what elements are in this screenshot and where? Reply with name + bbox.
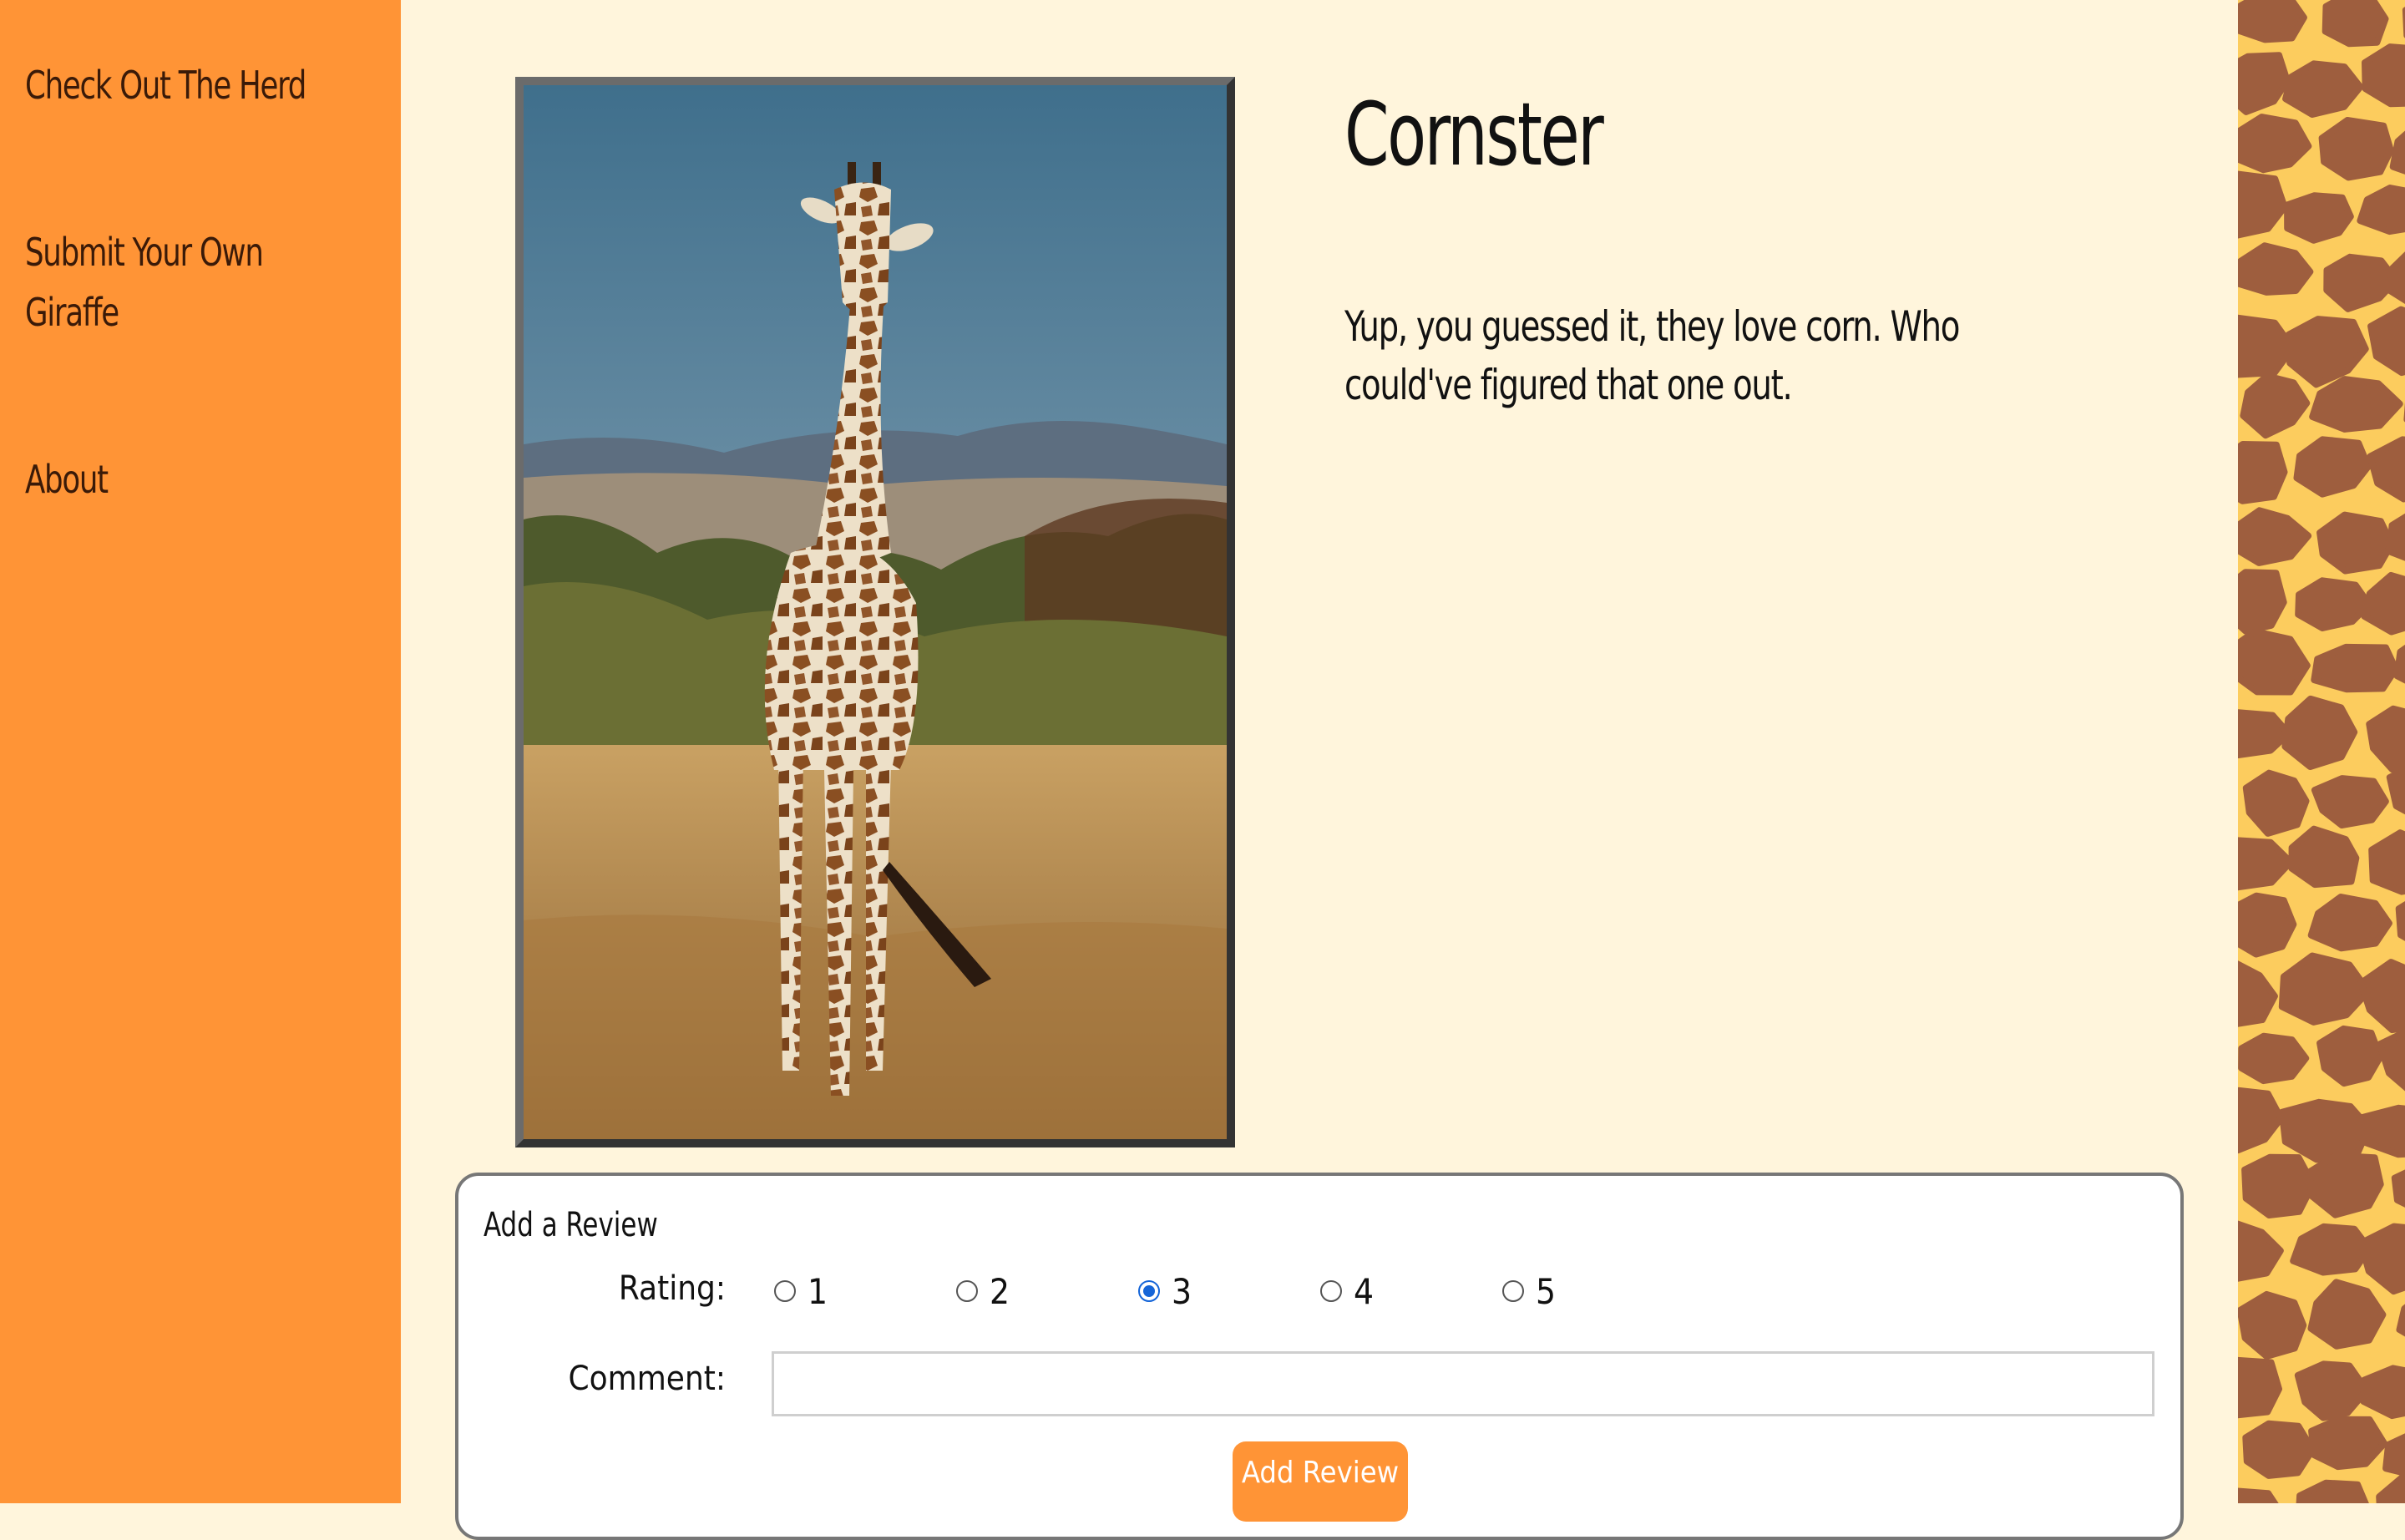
rating-option-4[interactable]: 4: [1320, 1266, 1374, 1316]
nav-link-check-out-the-herd[interactable]: Check Out The Herd: [25, 55, 306, 115]
giraffe-name-title: Cornster: [1344, 84, 1602, 185]
comment-label: Comment:: [458, 1360, 726, 1398]
radio-button[interactable]: [774, 1280, 796, 1302]
radio-button-selected[interactable]: [1138, 1280, 1160, 1302]
nav-link-about[interactable]: About: [25, 449, 108, 509]
radio-button[interactable]: [956, 1280, 978, 1302]
rating-option-label: 4: [1354, 1271, 1374, 1312]
giraffe-pattern-border: [2238, 0, 2405, 1503]
radio-button[interactable]: [1320, 1280, 1342, 1302]
rating-label: Rating:: [458, 1269, 726, 1308]
radio-button[interactable]: [1502, 1280, 1524, 1302]
add-review-title: Add a Review: [484, 1206, 658, 1244]
add-review-form: Add a Review Rating: 1 2 3 4 5 Comment: …: [455, 1173, 2184, 1540]
rating-option-5[interactable]: 5: [1502, 1266, 1556, 1316]
nav-link-submit-your-own-giraffe[interactable]: Submit Your Own Giraffe: [25, 222, 298, 342]
rating-option-label: 3: [1172, 1271, 1192, 1312]
rating-option-1[interactable]: 1: [774, 1266, 828, 1316]
giraffe-photo: [515, 77, 1235, 1147]
rating-option-label: 5: [1536, 1271, 1556, 1312]
comment-input[interactable]: [772, 1351, 2154, 1416]
rating-option-3[interactable]: 3: [1138, 1266, 1192, 1316]
rating-option-label: 1: [808, 1271, 828, 1312]
rating-option-label: 2: [990, 1271, 1010, 1312]
rating-option-2[interactable]: 2: [956, 1266, 1010, 1316]
add-review-button[interactable]: Add Review: [1233, 1441, 1408, 1522]
sidebar-nav: Check Out The Herd Submit Your Own Giraf…: [0, 0, 401, 1503]
giraffe-description: Yup, you guessed it, they love corn. Who…: [1344, 297, 2070, 414]
